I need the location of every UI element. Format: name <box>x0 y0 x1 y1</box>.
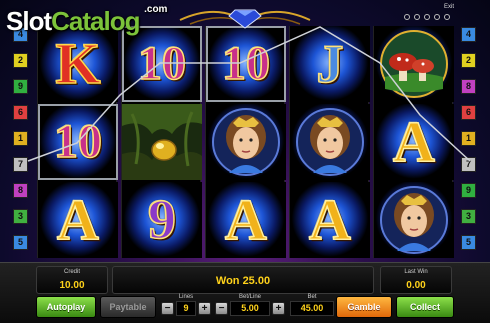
reel-cell: A <box>206 182 286 258</box>
line-indicator-right: 7 <box>461 157 476 172</box>
reel-cell: K <box>38 26 118 102</box>
bet-value: 45.00 <box>290 301 334 316</box>
bet-line-minus-button[interactable]: − <box>215 302 228 315</box>
fullscreen-icon[interactable] <box>444 14 450 20</box>
symbol-10: 10 <box>53 115 103 168</box>
line-indicator-left: 1 <box>13 131 28 146</box>
line-indicator-left: 9 <box>13 79 28 94</box>
autoplay-button[interactable]: Autoplay <box>36 296 96 318</box>
line-indicator-left: 8 <box>13 183 28 198</box>
symbol-j: J <box>316 34 345 94</box>
reel-cell <box>290 104 370 180</box>
reel-cell: 10 <box>38 104 118 180</box>
lines-label: Lines <box>178 294 194 300</box>
mushroom-symbol-icon <box>380 30 448 98</box>
reel-cell <box>122 104 202 180</box>
reel-cell: 10 <box>206 26 286 102</box>
lines-minus-button[interactable]: − <box>161 302 174 315</box>
lines-value: 9 <box>176 301 196 316</box>
reel-5: A <box>373 26 454 258</box>
credit-display: Credit 10.00 <box>36 266 108 294</box>
symbol-a: A <box>224 187 267 252</box>
princess-symbol-icon <box>212 108 280 176</box>
reel-1: K 10 A <box>37 26 118 258</box>
bet-label: Bet <box>307 294 317 300</box>
princess-symbol-icon <box>380 186 448 254</box>
reel-cell: A <box>38 182 118 258</box>
collect-button[interactable]: Collect <box>396 296 454 318</box>
symbol-10: 10 <box>221 37 271 90</box>
line-indicator-right: 5 <box>461 235 476 250</box>
princess-symbol-icon <box>296 108 364 176</box>
bet-line-plus-button[interactable]: + <box>272 302 285 315</box>
reels: K 10 A 10 9 10 A J A A <box>37 26 454 258</box>
line-indicator-left: 2 <box>13 53 28 68</box>
symbol-a: A <box>56 187 99 252</box>
line-indicator-right: 6 <box>461 105 476 120</box>
top-toolbar: Exit <box>404 4 472 24</box>
message-display: Won 25.00 <box>112 266 374 294</box>
reel-cell: 9 <box>122 182 202 258</box>
line-indicator-left: 7 <box>13 157 28 172</box>
last-win-display: Last Win 0.00 <box>380 266 452 294</box>
reel-2: 10 9 <box>121 26 202 258</box>
symbol-a: A <box>392 109 435 174</box>
reel-4: JA <box>289 26 370 258</box>
symbol-k: K <box>55 31 102 96</box>
reel-3: 10 A <box>205 26 286 258</box>
reel-cell: J <box>290 26 370 102</box>
bet-line-label: Bet/Line <box>238 294 262 300</box>
line-indicator-right: 2 <box>461 53 476 68</box>
help-icon[interactable] <box>424 14 430 20</box>
line-indicator-right: 8 <box>461 79 476 94</box>
symbol-9: 9 <box>147 189 177 251</box>
bet-line-value: 5.00 <box>230 301 270 316</box>
line-indicator-right: 3 <box>461 209 476 224</box>
paytable-button[interactable]: Paytable <box>100 296 156 318</box>
exit-button[interactable]: Exit <box>444 4 454 10</box>
line-indicator-left: 6 <box>13 105 28 120</box>
reel-cell: 10 <box>122 26 202 102</box>
reel-cell: A <box>290 182 370 258</box>
cave-gold-symbol-icon <box>122 104 202 180</box>
line-indicator-left: 5 <box>13 235 28 250</box>
reel-cell <box>374 26 454 102</box>
line-indicator-right: 4 <box>461 27 476 42</box>
reel-cell: A <box>374 104 454 180</box>
settings-icon[interactable] <box>404 14 410 20</box>
sound-icon[interactable] <box>414 14 420 20</box>
info-icon[interactable] <box>434 14 440 20</box>
reel-cell <box>206 104 286 180</box>
line-indicator-left: 3 <box>13 209 28 224</box>
reel-cell <box>374 182 454 258</box>
symbol-a: A <box>308 187 351 252</box>
diamond-ornament-icon <box>179 9 311 29</box>
gamble-button[interactable]: Gamble <box>336 296 392 318</box>
win-message: Won 25.00 <box>215 275 271 287</box>
slotcatalog-watermark: SlotCatalog .com <box>6 4 168 36</box>
symbol-10: 10 <box>137 37 187 90</box>
line-indicator-right: 9 <box>461 183 476 198</box>
lines-plus-button[interactable]: + <box>198 302 211 315</box>
line-indicator-right: 1 <box>461 131 476 146</box>
